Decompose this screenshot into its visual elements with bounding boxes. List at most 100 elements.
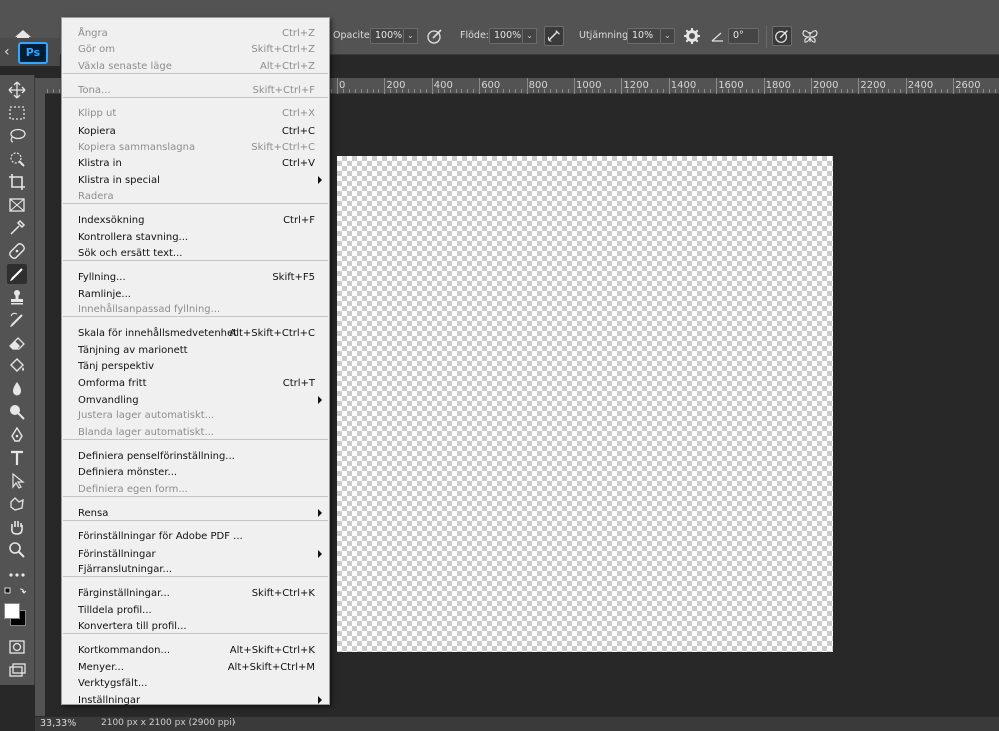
menu-item[interactable]: Klistra in special [62, 173, 329, 189]
menu-item-shortcut: Ctrl+C [281, 126, 315, 137]
hand-tool-icon[interactable] [7, 517, 27, 537]
menu-item[interactable]: Kortkommandon... Alt+Skift+Ctrl+K [62, 643, 329, 659]
pressure-opacity-icon[interactable] [425, 26, 445, 46]
menu-item[interactable]: Definiera mönster... [62, 465, 329, 481]
ruler-minor-tick [615, 89, 617, 93]
angle-input[interactable]: 0° [728, 28, 759, 44]
chevron-left-icon[interactable]: ‹ [4, 44, 10, 60]
crop-tool-icon[interactable] [7, 172, 27, 192]
menu-item[interactable]: Omvandling [62, 393, 329, 409]
gear-icon[interactable] [682, 26, 702, 46]
shape-tool-icon[interactable] [7, 494, 27, 514]
dodge-tool-icon[interactable] [7, 402, 27, 422]
quick-select-tool-icon[interactable] [7, 149, 27, 169]
ruler-minor-tick [751, 89, 753, 93]
menu-item[interactable]: Tilldela profil... [62, 603, 329, 619]
smoothing-input[interactable]: 10% [627, 28, 661, 44]
ruler-minor-tick [846, 89, 848, 93]
brush-tool-button[interactable] [7, 264, 27, 284]
menu-item[interactable]: Tänj perspektiv [62, 359, 329, 375]
pen-tool-icon[interactable] [7, 425, 27, 445]
menu-item-label: Kopiera [78, 126, 116, 137]
clone-stamp-tool-icon[interactable] [7, 287, 27, 307]
ruler-minor-tick [467, 89, 469, 93]
menu-item-label: Klistra in special [78, 175, 160, 186]
path-selection-tool-icon[interactable] [7, 471, 27, 491]
menu-item[interactable]: Skala för innehållsmedvetenhet Alt+Skift+… [62, 326, 329, 342]
menu-item-label: Färginställningar... [78, 588, 170, 599]
flow-input[interactable]: 100% [489, 28, 523, 44]
frame-tool-icon[interactable] [7, 195, 27, 215]
canvas-transparent[interactable] [337, 156, 833, 652]
menu-item[interactable]: Klistra in Ctrl+V [62, 156, 329, 172]
more-tools-icon[interactable] [7, 565, 27, 585]
zoom-tool-icon[interactable] [7, 540, 27, 560]
ruler-minor-tick [354, 89, 356, 93]
ruler-minor-tick [704, 89, 706, 93]
menu-item[interactable]: Verktygsfält... [62, 676, 329, 692]
airbrush-icon[interactable] [544, 26, 564, 46]
menu-item[interactable]: Inställningar [62, 693, 329, 709]
menu-item[interactable]: Förinställningar [62, 547, 329, 563]
menu-item[interactable]: Förinställningar för Adobe PDF ... [62, 529, 329, 545]
smoothing-dropdown[interactable]: ⌄ [661, 28, 675, 44]
screen-mode-icon[interactable] [7, 661, 27, 681]
ruler-minor-tick [425, 89, 427, 93]
menu-item-label: Skala för innehållsmedvetenhet [78, 328, 238, 339]
move-tool-icon[interactable] [7, 80, 27, 100]
menu-item[interactable]: Färginställningar... Skift+Ctrl+K [62, 586, 329, 602]
lasso-tool-icon[interactable] [7, 126, 27, 146]
opacity-input[interactable]: 100% [370, 28, 404, 44]
menu-item-label: Verktygsfält... [78, 678, 148, 689]
marquee-tool-icon[interactable] [7, 103, 27, 123]
symmetry-butterfly-icon[interactable] [800, 26, 820, 46]
ruler-minor-tick [455, 89, 457, 93]
paint-bucket-tool-icon[interactable] [7, 356, 27, 376]
menu-item[interactable]: Ramlinje... [62, 287, 329, 303]
ruler-tick [431, 78, 433, 94]
pressure-size-icon[interactable] [772, 26, 792, 46]
menu-item[interactable]: Fyllning... Skift+F5 [62, 270, 329, 286]
menu-separator [63, 576, 328, 577]
swap-colors-icon[interactable] [4, 587, 28, 597]
eyedropper-tool-icon[interactable] [7, 218, 27, 238]
ruler-minor-tick [396, 89, 398, 93]
menu-item: Kopiera sammanslagna Skift+Ctrl+C [62, 140, 329, 156]
ruler-minor-tick [502, 89, 504, 93]
ruler-minor-tick [414, 89, 416, 93]
menu-item[interactable]: Kontrollera stavning... [62, 230, 329, 246]
ruler-minor-tick [402, 89, 404, 93]
ruler-minor-tick [739, 89, 741, 93]
ruler-minor-tick [781, 89, 783, 93]
menu-item[interactable]: Tänjning av marionett [62, 343, 329, 359]
ruler-tick [337, 78, 338, 94]
type-tool-icon[interactable] [7, 448, 27, 468]
ruler-minor-tick [58, 89, 60, 93]
ruler-minor-tick [461, 89, 463, 93]
menu-item[interactable]: Omforma fritt Ctrl+T [62, 376, 329, 392]
menu-item-shortcut: Alt+Skift+Ctrl+K [229, 645, 315, 656]
tools-panel [0, 75, 35, 685]
ruler-minor-tick [485, 89, 487, 93]
ruler-minor-tick [372, 89, 374, 93]
eraser-tool-icon[interactable] [7, 333, 27, 353]
chevron-right-icon[interactable]: › [232, 717, 236, 728]
blur-tool-icon[interactable] [7, 379, 27, 399]
healing-brush-tool-icon[interactable] [7, 241, 27, 261]
menu-item[interactable]: Kopiera Ctrl+C [62, 124, 329, 140]
history-brush-tool-icon[interactable] [7, 310, 27, 330]
menu-item[interactable]: Definiera penselförinställning... [62, 449, 329, 465]
menu-item-shortcut: Skift+Ctrl+F [252, 85, 316, 96]
quick-mask-icon[interactable] [7, 637, 27, 657]
ruler-minor-tick [947, 89, 949, 93]
menu-item: Klipp ut Ctrl+X [62, 106, 329, 122]
vertical-ruler [35, 78, 45, 716]
zoom-level[interactable]: 33,33% [40, 718, 76, 729]
menu-item[interactable]: Indexsökning Ctrl+F [62, 213, 329, 229]
ruler-tick [479, 78, 481, 94]
menu-item[interactable]: Menyer... Alt+Skift+Ctrl+M [62, 660, 329, 676]
foreground-color-swatch[interactable] [4, 603, 20, 619]
opacity-dropdown[interactable]: ⌄ [404, 28, 418, 44]
ruler-minor-tick [876, 89, 878, 93]
flow-dropdown[interactable]: ⌄ [523, 28, 537, 44]
